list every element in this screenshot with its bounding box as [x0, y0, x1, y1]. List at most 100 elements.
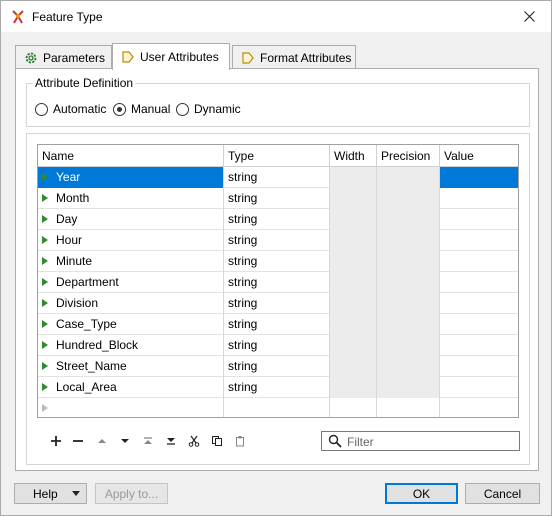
cell-value[interactable]	[440, 251, 518, 272]
column-header-type[interactable]: Type	[224, 145, 330, 167]
cell-value[interactable]	[440, 230, 518, 251]
table-row[interactable]: Local_Area string	[38, 377, 518, 398]
remove-button[interactable]	[67, 431, 89, 451]
cell-value[interactable]	[440, 293, 518, 314]
tab-format-attributes[interactable]: Format Attributes	[232, 45, 356, 69]
cell-type[interactable]: string	[224, 272, 330, 293]
filter-input[interactable]	[347, 434, 512, 449]
move-top-button[interactable]	[137, 431, 159, 451]
cut-button[interactable]	[183, 431, 205, 451]
radio-dynamic[interactable]: Dynamic	[176, 102, 241, 116]
cell-name[interactable]: Hour	[38, 230, 224, 251]
row-arrow-icon	[42, 382, 48, 391]
cell-precision[interactable]	[377, 167, 440, 188]
cell-value[interactable]	[440, 356, 518, 377]
cell-width[interactable]	[330, 314, 377, 335]
table-row-new[interactable]	[38, 398, 518, 417]
ok-button[interactable]: OK	[385, 483, 458, 504]
cell-name[interactable]: Month	[38, 188, 224, 209]
cell-name[interactable]: Department	[38, 272, 224, 293]
cell-precision[interactable]	[377, 293, 440, 314]
tab-user-attributes[interactable]: User Attributes	[112, 43, 230, 70]
close-button[interactable]	[507, 1, 551, 32]
cell-value[interactable]	[440, 314, 518, 335]
cancel-button[interactable]: Cancel	[465, 483, 540, 504]
paste-button[interactable]	[229, 431, 251, 451]
column-header-name[interactable]: Name	[38, 145, 224, 167]
cell-value[interactable]	[440, 272, 518, 293]
copy-button[interactable]	[206, 431, 228, 451]
cell-type[interactable]: string	[224, 356, 330, 377]
table-row[interactable]: Division string	[38, 293, 518, 314]
cell-name[interactable]: Local_Area	[38, 377, 224, 398]
cell-type[interactable]: string	[224, 314, 330, 335]
table-row[interactable]: Hour string	[38, 230, 518, 251]
cell-type[interactable]: string	[224, 188, 330, 209]
add-button[interactable]	[45, 431, 67, 451]
cell-type[interactable]: string	[224, 230, 330, 251]
cell-name[interactable]	[38, 398, 224, 417]
table-row[interactable]: Case_Type string	[38, 314, 518, 335]
column-header-precision[interactable]: Precision	[377, 145, 440, 167]
cell-width[interactable]	[330, 209, 377, 230]
cell-name[interactable]: Year	[38, 167, 224, 188]
cell-name[interactable]: Division	[38, 293, 224, 314]
cell-type[interactable]	[224, 398, 330, 417]
cell-width[interactable]	[330, 167, 377, 188]
cell-width[interactable]	[330, 293, 377, 314]
column-header-width[interactable]: Width	[330, 145, 377, 167]
cell-precision[interactable]	[377, 209, 440, 230]
cell-type[interactable]: string	[224, 377, 330, 398]
cell-type[interactable]: string	[224, 335, 330, 356]
cell-precision[interactable]	[377, 398, 440, 417]
cell-width[interactable]	[330, 251, 377, 272]
move-up-button[interactable]	[91, 431, 113, 451]
cell-width[interactable]	[330, 398, 377, 417]
table-row[interactable]: Day string	[38, 209, 518, 230]
cell-type[interactable]: string	[224, 209, 330, 230]
table-row[interactable]: Month string	[38, 188, 518, 209]
cell-precision[interactable]	[377, 314, 440, 335]
table-row[interactable]: Hundred_Block string	[38, 335, 518, 356]
cell-value[interactable]	[440, 398, 518, 417]
cell-precision[interactable]	[377, 251, 440, 272]
table-row[interactable]: Street_Name string	[38, 356, 518, 377]
table-row[interactable]: Year string	[38, 167, 518, 188]
cell-precision[interactable]	[377, 377, 440, 398]
radio-automatic[interactable]: Automatic	[35, 102, 106, 116]
help-button[interactable]: Help	[14, 483, 87, 504]
cell-name[interactable]: Day	[38, 209, 224, 230]
attributes-table[interactable]: Name Type Width Precision Value Year stri…	[37, 144, 519, 418]
move-down-button[interactable]	[114, 431, 136, 451]
tab-parameters[interactable]: Parameters	[15, 45, 112, 69]
cell-value[interactable]	[440, 209, 518, 230]
cell-width[interactable]	[330, 272, 377, 293]
table-row[interactable]: Minute string	[38, 251, 518, 272]
cell-value[interactable]	[440, 188, 518, 209]
cell-name[interactable]: Minute	[38, 251, 224, 272]
cell-value[interactable]	[440, 335, 518, 356]
cell-value[interactable]	[440, 377, 518, 398]
cell-type[interactable]: string	[224, 167, 330, 188]
cell-type[interactable]: string	[224, 251, 330, 272]
cell-width[interactable]	[330, 230, 377, 251]
radio-manual[interactable]: Manual	[113, 102, 170, 116]
cell-precision[interactable]	[377, 356, 440, 377]
cell-precision[interactable]	[377, 230, 440, 251]
cell-precision[interactable]	[377, 188, 440, 209]
cell-width[interactable]	[330, 188, 377, 209]
cell-width[interactable]	[330, 377, 377, 398]
apply-to-button[interactable]: Apply to...	[95, 483, 168, 504]
cell-type[interactable]: string	[224, 293, 330, 314]
cell-width[interactable]	[330, 335, 377, 356]
column-header-value[interactable]: Value	[440, 145, 518, 167]
cell-width[interactable]	[330, 356, 377, 377]
cell-name[interactable]: Street_Name	[38, 356, 224, 377]
cell-name[interactable]: Case_Type	[38, 314, 224, 335]
cell-name[interactable]: Hundred_Block	[38, 335, 224, 356]
cell-precision[interactable]	[377, 335, 440, 356]
cell-value[interactable]	[440, 167, 518, 188]
move-bottom-button[interactable]	[160, 431, 182, 451]
cell-precision[interactable]	[377, 272, 440, 293]
table-row[interactable]: Department string	[38, 272, 518, 293]
